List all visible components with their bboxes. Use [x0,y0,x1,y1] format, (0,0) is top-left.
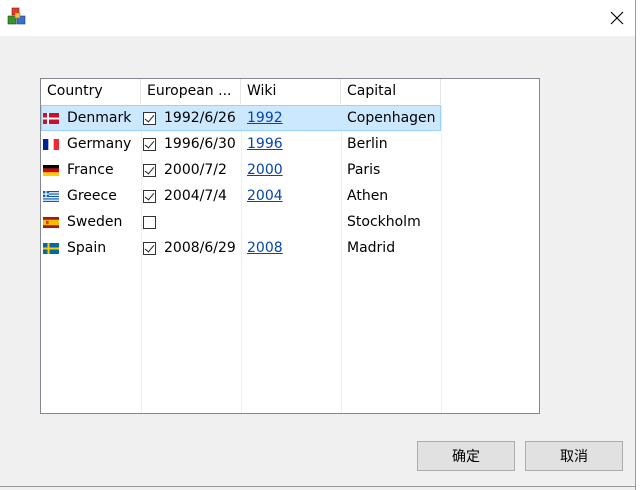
country-cell: Greece [41,183,141,209]
country-list-view[interactable]: Country European ... Wiki Capital Denmar… [40,78,540,414]
country-name: Sweden [67,214,123,230]
wiki-cell: 1992 [241,105,341,131]
country-cell: Sweden [41,209,141,235]
wiki-link[interactable]: 2000 [247,162,283,178]
window-edge [635,0,641,490]
join-date: 1992/6/26 [164,110,236,126]
wiki-cell: 2008 [241,235,341,261]
table-row[interactable]: Germany 1996/6/30 1996 Berlin [41,131,441,157]
country-cell: France [41,157,141,183]
germany-flag-icon [43,138,59,150]
eu-member-checkbox[interactable] [143,215,156,229]
country-name: Denmark [67,110,132,126]
window-edge-bottom [0,486,635,487]
column-header-capital[interactable]: Capital [341,79,441,104]
european-cell [141,209,241,235]
wiki-cell: 1996 [241,131,341,157]
column-header-european[interactable]: European ... [141,79,241,104]
ok-button[interactable]: 确定 [417,441,515,471]
close-button[interactable] [598,0,635,36]
eu-member-checkbox[interactable] [143,241,156,255]
country-name: Greece [67,188,117,204]
app-icon [7,7,26,25]
capital-cell: Paris [341,157,441,183]
greece-flag-icon [43,190,59,202]
sweden-flag-icon [43,216,59,228]
capital-name: Paris [347,162,381,178]
capital-cell: Stockholm [341,209,441,235]
column-divider [441,104,442,413]
country-cell: Denmark [41,105,141,131]
join-date: 2000/7/2 [164,162,227,178]
wiki-link[interactable]: 2004 [247,188,283,204]
column-header-country[interactable]: Country [41,79,141,104]
cancel-button[interactable]: 取消 [525,441,623,471]
eu-member-checkbox[interactable] [143,189,156,203]
eu-member-checkbox[interactable] [143,163,156,177]
france-flag-icon [43,164,59,176]
capital-name: Berlin [347,136,388,152]
table-row[interactable]: Greece 2004/7/4 2004 Athen [41,183,441,209]
european-cell: 2000/7/2 [141,157,241,183]
wiki-cell: 2004 [241,183,341,209]
capital-cell: Madrid [341,235,441,261]
table-row[interactable]: France 2000/7/2 2000 Paris [41,157,441,183]
capital-cell: Copenhagen [341,105,441,131]
table-row[interactable]: Denmark 1992/6/26 1992 Copenhagen [41,105,441,131]
join-date: 2008/6/29 [164,240,236,256]
join-date: 1996/6/30 [164,136,236,152]
country-cell: Germany [41,131,141,157]
list-header: Country European ... Wiki Capital [41,79,539,104]
spain-flag-icon [43,242,59,254]
table-row[interactable]: Sweden Stockholm [41,209,441,235]
european-cell: 2004/7/4 [141,183,241,209]
european-cell: 1996/6/30 [141,131,241,157]
wiki-link[interactable]: 1992 [247,110,283,126]
capital-cell: Athen [341,183,441,209]
table-row[interactable]: Spain 2008/6/29 2008 Madrid [41,235,441,261]
country-name: Spain [67,240,107,256]
eu-member-checkbox[interactable] [143,111,156,125]
wiki-cell [241,209,341,235]
wiki-cell: 2000 [241,157,341,183]
capital-cell: Berlin [341,131,441,157]
country-name: France [67,162,114,178]
european-cell: 2008/6/29 [141,235,241,261]
european-cell: 1992/6/26 [141,105,241,131]
join-date: 2004/7/4 [164,188,227,204]
country-name: Germany [67,136,132,152]
wiki-link[interactable]: 2008 [247,240,283,256]
column-header-wiki[interactable]: Wiki [241,79,341,104]
eu-member-checkbox[interactable] [143,137,156,151]
wiki-link[interactable]: 1996 [247,136,283,152]
capital-name: Athen [347,188,389,204]
capital-name: Copenhagen [347,110,436,126]
title-bar [0,0,635,36]
capital-name: Stockholm [347,214,421,230]
close-icon [610,11,623,25]
capital-name: Madrid [347,240,396,256]
country-cell: Spain [41,235,141,261]
denmark-flag-icon [43,112,59,124]
